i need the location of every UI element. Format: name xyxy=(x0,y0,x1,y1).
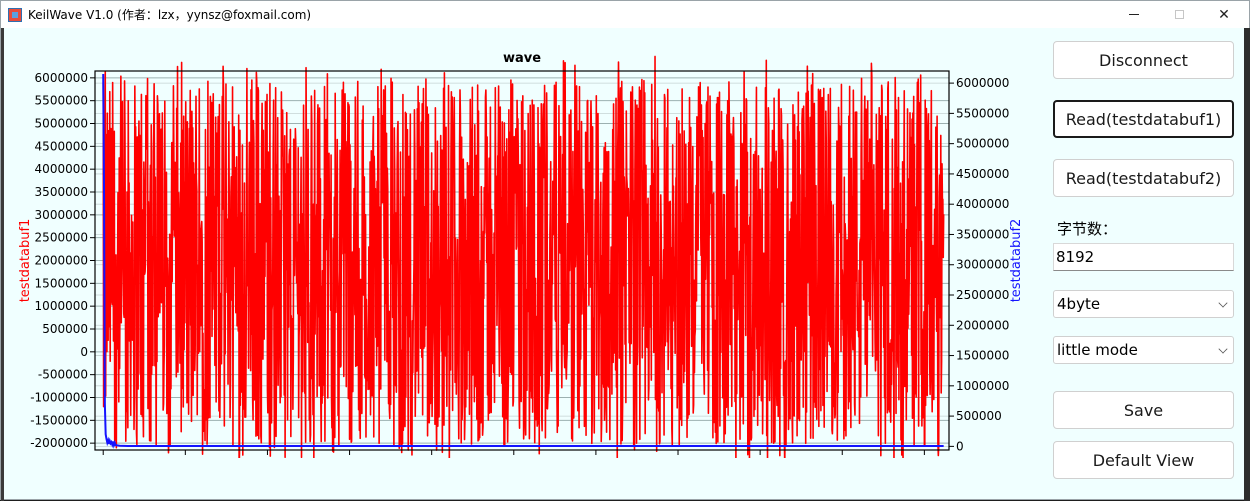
right-axis-tick-label: 3000000 xyxy=(956,258,1009,272)
default-view-button[interactable]: Default View xyxy=(1053,441,1234,479)
chevron-down-icon xyxy=(1218,344,1228,354)
right-axis-tick-label: 2000000 xyxy=(956,318,1009,332)
close-icon: ✕ xyxy=(1218,6,1230,23)
left-axis-tick-label: -1500000 xyxy=(30,413,88,427)
right-axis-tick-label: 1500000 xyxy=(956,349,1009,363)
left-axis-tick-label: -1000000 xyxy=(30,390,88,404)
left-axis-tick-label: 6000000 xyxy=(35,71,88,85)
left-axis-tick-label: 1000000 xyxy=(35,299,88,313)
left-axis-tick-label: 3000000 xyxy=(35,208,88,222)
right-axis-tick-label: 1000000 xyxy=(956,379,1009,393)
chevron-down-icon xyxy=(1218,298,1228,308)
byte-count-label: 字节数： xyxy=(1057,220,1118,238)
byte-count-input[interactable]: 8192 xyxy=(1053,243,1234,271)
left-axis-tick-label: 5000000 xyxy=(35,117,88,131)
right-axis-tick-label: 0 xyxy=(956,439,964,453)
left-axis-tick-label: 3500000 xyxy=(35,185,88,199)
right-axis-tick-label: 2500000 xyxy=(956,288,1009,302)
left-axis-tick-label: 4000000 xyxy=(35,162,88,176)
disconnect-button[interactable]: Disconnect xyxy=(1053,41,1234,79)
left-axis-tick-label: -500000 xyxy=(38,368,88,382)
left-axis-tick-label: 1500000 xyxy=(35,276,88,290)
app-window: KeilWave V1.0 (作者：lzx，yynsz@foxmail.com)… xyxy=(0,0,1250,501)
right-axis-tick-label: 5500000 xyxy=(956,106,1009,120)
right-axis-tick-label: 6000000 xyxy=(956,76,1009,90)
right-axis-tick-label: 3500000 xyxy=(956,227,1009,241)
chart-title: wave xyxy=(503,51,541,66)
data-width-select[interactable]: 4byte xyxy=(1053,290,1234,318)
maximize-icon xyxy=(1174,10,1184,19)
left-axis-tick-label: 0 xyxy=(80,345,88,359)
left-axis-tick-label: 2000000 xyxy=(35,254,88,268)
minimize-button[interactable] xyxy=(1111,1,1157,28)
left-axis-tick-label: 5500000 xyxy=(35,94,88,108)
right-axis-tick-label: 4000000 xyxy=(956,197,1009,211)
app-logo-icon xyxy=(8,7,22,22)
right-axis-tick-label: 5000000 xyxy=(956,137,1009,151)
left-axis-tick-label: 4500000 xyxy=(35,139,88,153)
title-bar[interactable]: KeilWave V1.0 (作者：lzx，yynsz@foxmail.com)… xyxy=(1,1,1249,28)
endian-mode-value: little mode xyxy=(1057,341,1138,359)
right-axis-tick-label: 4500000 xyxy=(956,167,1009,181)
left-axis-tick-label: 2500000 xyxy=(35,231,88,245)
save-button[interactable]: Save xyxy=(1053,391,1234,429)
data-width-value: 4byte xyxy=(1057,295,1101,313)
left-axis-label: testdatabuf1 xyxy=(18,219,33,303)
maximize-button[interactable] xyxy=(1156,1,1202,28)
close-button[interactable]: ✕ xyxy=(1201,1,1247,28)
endian-mode-select[interactable]: little mode xyxy=(1053,336,1234,364)
read-testdatabuf2-button[interactable]: Read(testdatabuf2) xyxy=(1053,159,1234,197)
wave-chart[interactable]: wave600000055000005000000450000040000003… xyxy=(1,28,1041,458)
left-axis-tick-label: -2000000 xyxy=(30,436,88,450)
read-testdatabuf1-button[interactable]: Read(testdatabuf1) xyxy=(1053,100,1234,138)
left-axis-tick-label: 500000 xyxy=(42,322,88,336)
window-title: KeilWave V1.0 (作者：lzx，yynsz@foxmail.com) xyxy=(28,8,312,22)
right-axis-tick-label: 500000 xyxy=(956,409,1002,423)
right-window-edge xyxy=(1244,28,1250,501)
minimize-icon xyxy=(1129,14,1139,15)
right-axis-label: testdatabuf2 xyxy=(1009,219,1024,303)
